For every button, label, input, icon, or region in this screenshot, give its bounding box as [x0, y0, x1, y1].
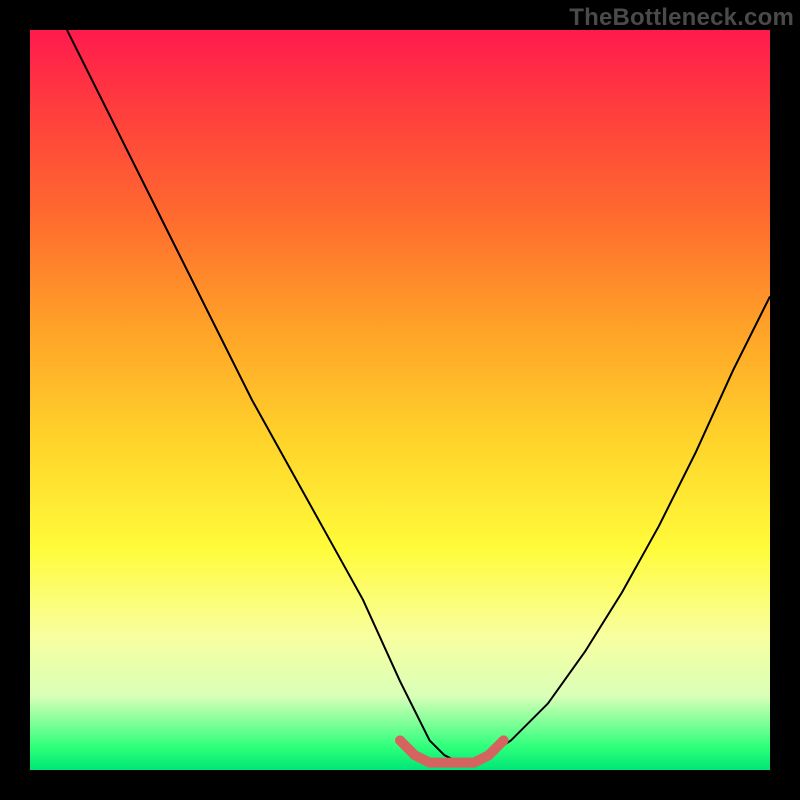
watermark-text: TheBottleneck.com: [569, 4, 794, 32]
chart-frame: TheBottleneck.com: [0, 0, 800, 800]
chart-svg: [30, 30, 770, 770]
chart-plot-area: [30, 30, 770, 770]
optimal-band-marker: [400, 740, 504, 762]
bottleneck-curve: [67, 30, 770, 763]
